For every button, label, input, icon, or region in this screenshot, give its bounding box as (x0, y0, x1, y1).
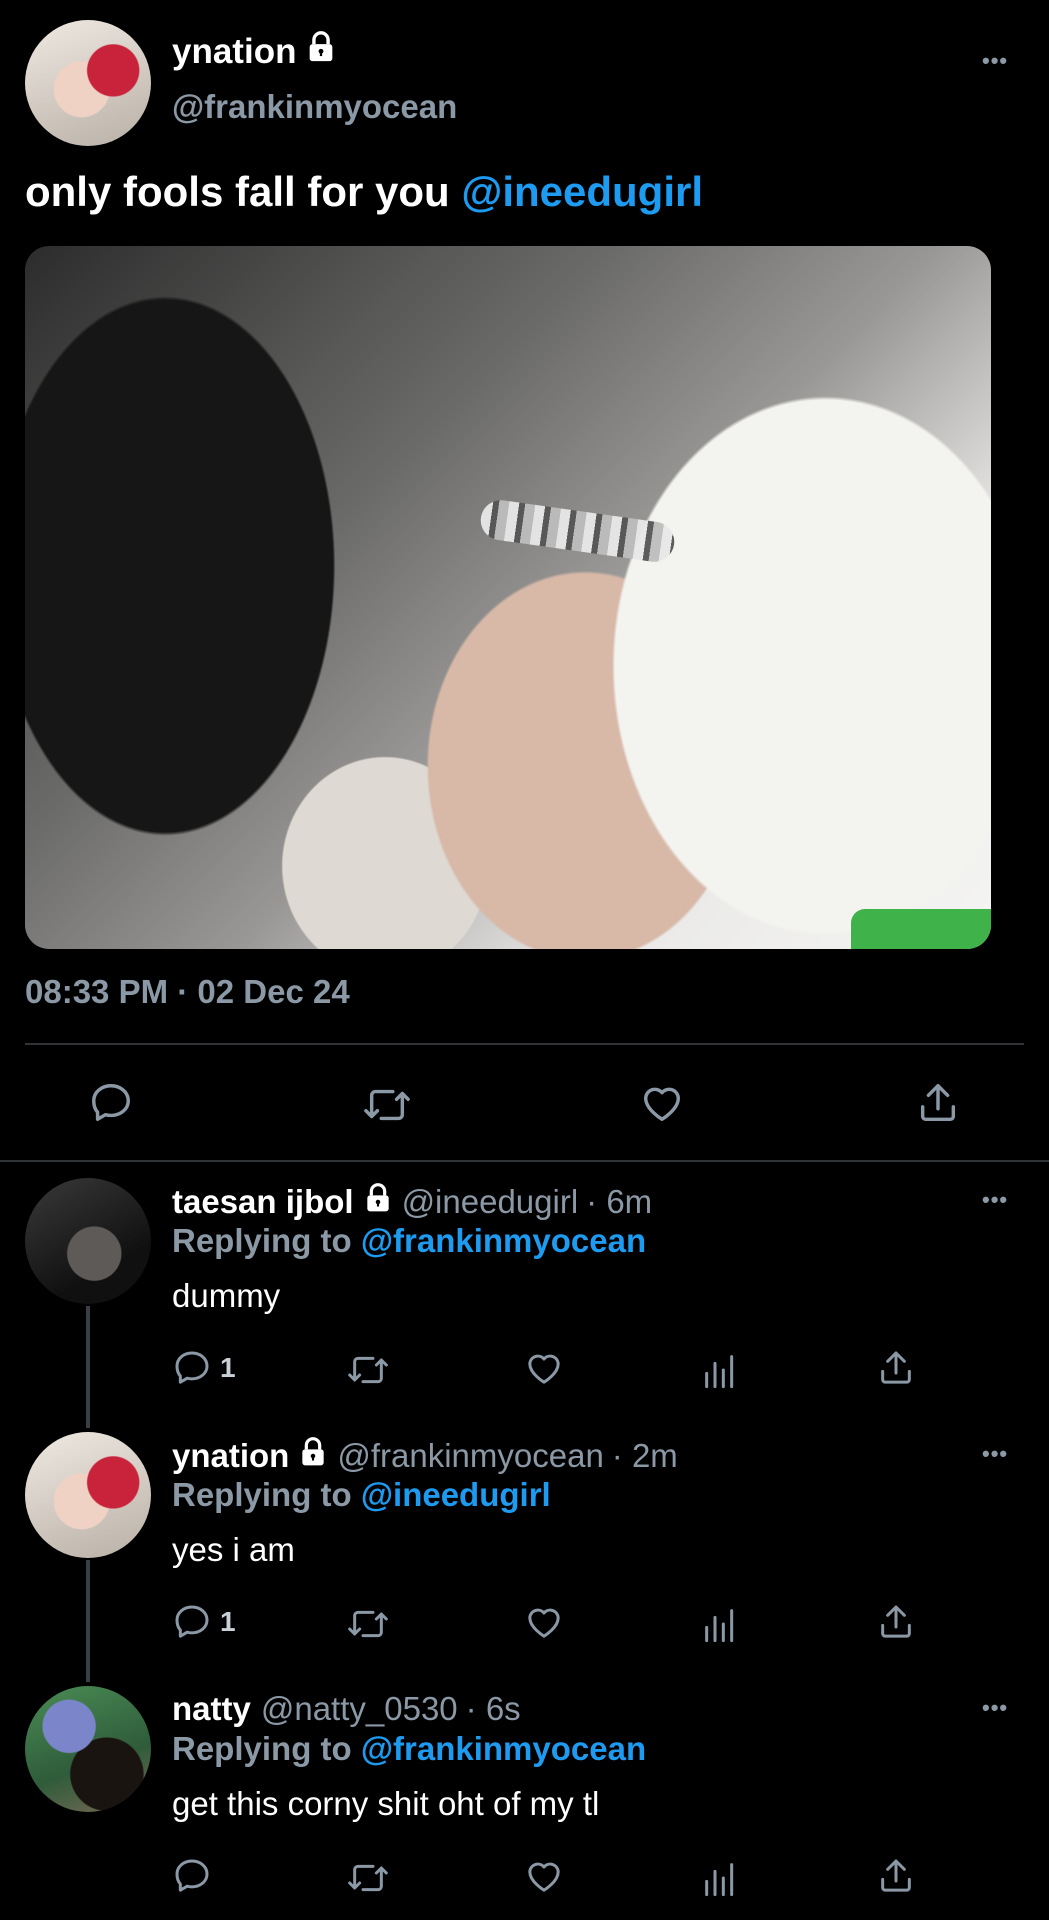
avatar[interactable] (25, 1178, 151, 1304)
replying-to: Replying to @ineedugirl (172, 1476, 551, 1514)
retweet-icon[interactable] (362, 1082, 412, 1128)
like-icon[interactable] (524, 1856, 564, 1896)
section-divider (0, 1160, 1049, 1162)
tweet-body: only fools fall for you (25, 168, 450, 215)
replying-to-label: Replying to (172, 1730, 352, 1767)
reply-icon[interactable] (172, 1856, 212, 1896)
reply-time: · 6m (586, 1183, 653, 1220)
tweet-text: only fools fall for you @ineedugirl (25, 168, 703, 216)
more-options-icon[interactable]: ••• (982, 1695, 1008, 1721)
reply-handle[interactable]: @natty_0530 (261, 1690, 458, 1728)
more-options-icon[interactable]: ••• (982, 48, 1008, 74)
reply-time: · 2m (611, 1437, 678, 1474)
author-handle[interactable]: @frankinmyocean (172, 88, 457, 126)
retweet-icon[interactable] (346, 1350, 390, 1390)
replying-to-link[interactable]: @ineedugirl (361, 1476, 551, 1513)
replying-to-label: Replying to (172, 1476, 352, 1513)
share-icon[interactable] (876, 1856, 916, 1896)
reply-icon[interactable] (172, 1348, 212, 1388)
reply-count: 1 (220, 1352, 236, 1383)
reply-icon[interactable] (172, 1602, 212, 1642)
lock-icon (297, 1436, 329, 1476)
share-icon[interactable] (876, 1602, 916, 1642)
lock-icon (304, 30, 338, 73)
share-icon[interactable] (915, 1080, 961, 1126)
reply-header: natty @natty_0530 · 6s (172, 1690, 521, 1728)
lock-icon (362, 1182, 394, 1222)
tweet-mention-link[interactable]: @ineedugirl (461, 168, 703, 215)
reply-display-name[interactable]: ynation (172, 1437, 289, 1475)
views-icon[interactable] (702, 1350, 738, 1390)
views-icon[interactable] (702, 1858, 738, 1898)
reply-text: yes i am (172, 1531, 295, 1568)
reply-icon[interactable] (88, 1080, 134, 1126)
avatar[interactable] (25, 20, 151, 146)
more-options-icon[interactable]: ••• (982, 1187, 1008, 1213)
reply-handle[interactable]: @frankinmyocean (337, 1437, 603, 1475)
photo-corner-detail (851, 909, 991, 949)
replying-to: Replying to @frankinmyocean (172, 1730, 646, 1768)
reply-display-name[interactable]: taesan ijbol (172, 1183, 354, 1221)
replying-to-label: Replying to (172, 1222, 352, 1259)
more-options-icon[interactable]: ••• (982, 1441, 1008, 1467)
reply-display-name[interactable]: natty (172, 1690, 251, 1728)
replying-to: Replying to @frankinmyocean (172, 1222, 646, 1260)
reply-header: taesan ijbol @ineedugirl · 6m (172, 1182, 652, 1222)
avatar[interactable] (25, 1686, 151, 1812)
like-icon[interactable] (639, 1080, 685, 1126)
views-icon[interactable] (702, 1604, 738, 1644)
tweet-photo[interactable] (25, 246, 991, 949)
thread-line (86, 1560, 90, 1682)
replying-to-link[interactable]: @frankinmyocean (361, 1222, 646, 1259)
retweet-icon[interactable] (346, 1604, 390, 1644)
author-name-row[interactable]: ynation (172, 30, 338, 73)
reply-text: dummy (172, 1277, 281, 1314)
author-display-name: ynation (172, 31, 297, 71)
thread-line (86, 1306, 90, 1428)
tweet-timestamp: 08:33 PM · 02 Dec 24 (25, 973, 350, 1010)
reply-handle[interactable]: @ineedugirl (402, 1183, 579, 1221)
like-icon[interactable] (524, 1602, 564, 1642)
reply-count: 1 (220, 1606, 236, 1637)
divider (25, 1043, 1024, 1045)
reply-time: · 6s (465, 1690, 521, 1727)
retweet-icon[interactable] (346, 1858, 390, 1898)
reply-header: ynation @frankinmyocean · 2m (172, 1436, 678, 1476)
avatar[interactable] (25, 1432, 151, 1558)
replying-to-link[interactable]: @frankinmyocean (361, 1730, 646, 1767)
like-icon[interactable] (524, 1348, 564, 1388)
reply-text: get this corny shit oht of my tl (172, 1785, 600, 1822)
share-icon[interactable] (876, 1348, 916, 1388)
bracelet-detail (478, 497, 677, 565)
